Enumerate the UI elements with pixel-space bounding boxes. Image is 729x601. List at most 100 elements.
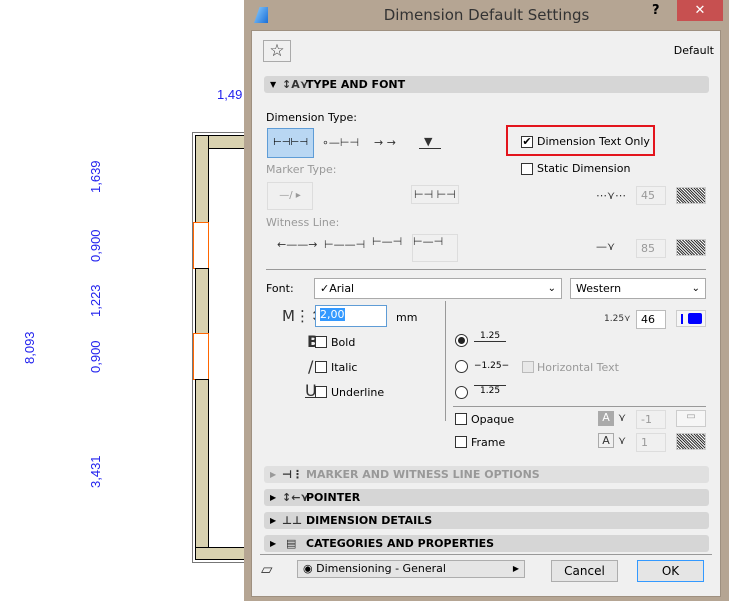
section-dimension-details[interactable]: ▶ ⊥⊥ DIMENSION DETAILS: [264, 512, 709, 529]
marker-type-dropdown[interactable]: —/ ▸: [267, 182, 313, 210]
opaque-pen-swatch[interactable]: ▭: [676, 410, 706, 427]
opaque-fill-icon: A: [598, 411, 614, 426]
dimension-text: 0,900: [88, 229, 103, 262]
text-pen-icon: 1.25⋎: [604, 314, 631, 324]
witness-pen-swatch[interactable]: [676, 239, 706, 256]
opaque-pen-input[interactable]: -1: [636, 410, 666, 429]
cancel-button[interactable]: Cancel: [551, 560, 618, 582]
static-dimension-label: Static Dimension: [537, 162, 631, 175]
opaque-checkbox[interactable]: [455, 413, 467, 425]
section-pointer[interactable]: ▶ ↕←⋎ POINTER: [264, 489, 709, 506]
horizontal-text-checkbox[interactable]: [522, 361, 534, 373]
type-font-icon: ↕A⋎: [282, 78, 309, 91]
text-inline-sample: −1.25−: [474, 361, 510, 371]
font-value: ✓Arial: [320, 282, 355, 295]
pen-icon: ⋎: [618, 411, 627, 424]
window[interactable]: [193, 222, 209, 269]
dimension-text: 0,900: [88, 340, 103, 373]
frame-checkbox[interactable]: [455, 436, 467, 448]
opaque-label: Opaque: [471, 413, 515, 426]
text-pen-input[interactable]: 46: [636, 310, 666, 329]
dimension-type-label: Dimension Type:: [266, 111, 357, 124]
script-dropdown[interactable]: Western ⌄: [570, 278, 706, 299]
divider: [453, 406, 706, 407]
wall-left[interactable]: [195, 135, 209, 223]
dimension-text: 8,093: [22, 331, 37, 364]
dimension-text: 1,223: [88, 284, 103, 317]
text-pen-swatch[interactable]: [676, 310, 706, 327]
underline-label: Underline: [331, 386, 385, 399]
marker-layout-icon[interactable]: ⊢⊣ ⊢⊣: [411, 185, 459, 204]
divider: [266, 269, 706, 270]
section-label: TYPE AND FONT: [306, 78, 406, 91]
section-label: MARKER AND WITNESS LINE OPTIONS: [306, 468, 540, 481]
wall-left[interactable]: [195, 379, 209, 560]
italic-checkbox[interactable]: [315, 361, 327, 373]
wall-left[interactable]: [195, 268, 209, 334]
layer-value: Dimensioning - General: [316, 562, 446, 575]
layers-icon: ▱: [261, 560, 273, 578]
witness-line-none-button[interactable]: ←——→: [277, 238, 317, 251]
text-above-radio[interactable]: [455, 334, 468, 347]
window[interactable]: [193, 333, 209, 380]
horizontal-text-label: Horizontal Text: [537, 361, 619, 374]
section-label: CATEGORIES AND PROPERTIES: [306, 537, 495, 550]
chevron-down-icon: ⌄: [691, 283, 700, 294]
marker-pen-input[interactable]: 45: [636, 186, 666, 205]
details-icon: ⊥⊥: [282, 514, 303, 527]
ok-button[interactable]: OK: [637, 560, 704, 582]
layer-dropdown[interactable]: ◉ Dimensioning - General ▶: [297, 560, 525, 578]
section-type-and-font[interactable]: ▼ ↕A⋎ TYPE AND FONT: [264, 76, 709, 93]
witness-line-short-button[interactable]: ⊢——⊣: [324, 238, 365, 251]
script-value: Western: [576, 282, 622, 295]
marker-type-label: Marker Type:: [266, 163, 337, 176]
chevron-down-icon: ⌄: [547, 283, 556, 294]
text-inline-radio[interactable]: [455, 360, 468, 373]
eye-icon: ◉: [303, 562, 317, 575]
preset-name: Default: [673, 44, 714, 57]
text-size-input[interactable]: 2,00: [315, 305, 387, 327]
help-button[interactable]: ?: [652, 3, 660, 18]
witness-pen-input[interactable]: 85: [636, 239, 666, 258]
dimension-text-only-checkbox[interactable]: ✔: [521, 136, 533, 148]
section-label: DIMENSION DETAILS: [306, 514, 433, 527]
close-button[interactable]: ✕: [677, 0, 723, 21]
frame-pen-swatch[interactable]: [676, 433, 706, 450]
text-below-radio[interactable]: [455, 386, 468, 399]
expand-arrow-icon: ▶: [270, 470, 277, 479]
marker-angle-icon: ⋯⋎⋯: [596, 189, 627, 202]
witness-line-label: Witness Line:: [266, 216, 340, 229]
section-label: POINTER: [306, 491, 361, 504]
favorites-button[interactable]: ☆: [263, 40, 291, 62]
section-categories[interactable]: ▶ ▤ CATEGORIES AND PROPERTIES: [264, 535, 709, 552]
text-above-sample: 1.25: [474, 331, 507, 342]
dimension-text: 1,639: [88, 160, 103, 193]
dimension-text: 3,431: [88, 455, 103, 488]
expand-arrow-icon: ▶: [270, 516, 277, 525]
section-marker-witness[interactable]: ▶ ⊣⋮ MARKER AND WITNESS LINE OPTIONS: [264, 466, 709, 483]
bold-checkbox[interactable]: [315, 336, 327, 348]
dimension-type-cumulative-button[interactable]: → →: [374, 136, 396, 149]
expand-arrow-icon: ▶: [270, 539, 277, 548]
dimension-text-only-label: Dimension Text Only: [537, 135, 650, 148]
text-size-value: 2,00: [320, 308, 345, 321]
font-dropdown[interactable]: ✓Arial ⌄: [314, 278, 562, 299]
arrow-right-icon: ▶: [512, 564, 519, 573]
wall-bottom[interactable]: [195, 547, 250, 560]
dimension-settings-dialog: Dimension Default Settings ? ✕ ☆ Default…: [244, 0, 729, 601]
witness-line-dynamic-button[interactable]: ⊢—⊣: [372, 235, 402, 248]
collapse-arrow-icon: ▼: [270, 80, 277, 89]
static-dimension-checkbox[interactable]: [521, 163, 533, 175]
monitor-icon: ▭: [686, 411, 696, 422]
witness-line-fixed-button[interactable]: ⊢—⊣: [412, 234, 458, 262]
dimension-type-level-button[interactable]: ▼: [419, 135, 441, 149]
dimension-type-baseline-button[interactable]: ∘—⊢⊣: [322, 136, 359, 149]
underline-checkbox[interactable]: [315, 386, 327, 398]
title-bar[interactable]: Dimension Default Settings ? ✕: [244, 0, 729, 30]
frame-label: Frame: [471, 436, 506, 449]
drawing-canvas[interactable]: 1,49 1,639 0,900 1,223 0,900 8,093 3,431: [0, 0, 252, 601]
dimension-type-linear-button[interactable]: ⊢⊣⊢⊣: [267, 128, 314, 158]
marker-pen-swatch[interactable]: [676, 187, 706, 204]
vertical-divider: [445, 301, 446, 421]
frame-pen-input[interactable]: 1: [636, 433, 666, 452]
